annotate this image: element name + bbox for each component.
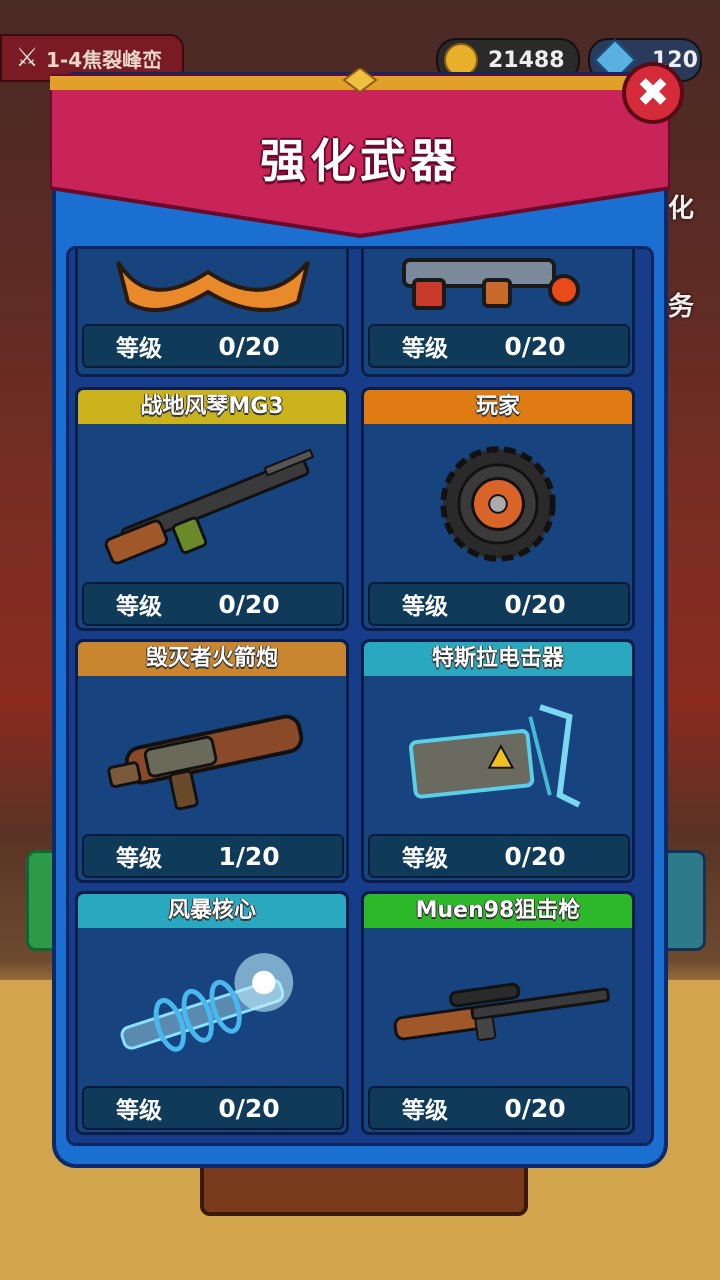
- weapon-level-bar: 等级 0/20: [368, 1086, 630, 1130]
- weapon-level-bar: 等级 0/20: [368, 834, 630, 878]
- weapon-card-rocket[interactable]: 毁灭者火箭炮 等级 1/20: [75, 639, 349, 883]
- weapon-name: 特斯拉电击器: [364, 642, 632, 676]
- weapon-name: 玩家: [364, 390, 632, 424]
- level-value: 0/20: [504, 841, 566, 871]
- crossed-swords-icon: ⚔: [15, 43, 39, 73]
- saw-blade-icon: [440, 446, 556, 562]
- level-value: 0/20: [218, 589, 280, 619]
- tesla-shocker-icon: [408, 704, 581, 808]
- level-label: 等级: [116, 1098, 162, 1124]
- boomerang-icon: [116, 260, 310, 312]
- close-icon: ✖: [636, 70, 670, 116]
- weapon-level-bar: 等级 0/20: [82, 324, 344, 368]
- weapon-card-tesla[interactable]: 特斯拉电击器 等级 0/20: [361, 639, 635, 883]
- level-value: 0/20: [504, 331, 566, 361]
- weapon-level-bar: 等级 0/20: [368, 324, 630, 368]
- level-label: 等级: [402, 1098, 448, 1124]
- weapon-level-bar: 等级 1/20: [82, 834, 344, 878]
- sniper-rifle-icon: [393, 982, 610, 1041]
- weapon-card-player[interactable]: 玩家 等级 0/20: [361, 387, 635, 631]
- level-value: 0/20: [504, 1093, 566, 1123]
- level-value: 0/20: [504, 589, 566, 619]
- level-label: 等级: [116, 594, 162, 620]
- weapon-card-storm-core[interactable]: 风暴核心 等级 0/20: [75, 891, 349, 1135]
- level-label: 等级: [116, 846, 162, 872]
- dialog-title: 强化武器: [260, 134, 460, 188]
- weapon-card-flame-gun[interactable]: 等级 0/20: [361, 249, 635, 377]
- level-value: 0/20: [218, 1093, 280, 1123]
- weapon-level-bar: 等级 0/20: [82, 582, 344, 626]
- storm-core-icon: [120, 953, 294, 1052]
- close-button[interactable]: ✖: [622, 62, 684, 124]
- level-value: 0/20: [218, 331, 280, 361]
- weapon-level-bar: 等级 0/20: [368, 582, 630, 626]
- side-label-upgrade: 化: [668, 194, 695, 224]
- weapon-card-next-left: [75, 1143, 349, 1146]
- weapon-card-boomerang[interactable]: 等级 0/20: [75, 249, 349, 377]
- side-label-mission: 务: [668, 292, 695, 322]
- weapon-card-sniper[interactable]: Muen98狙击枪 等级 0/20: [361, 891, 635, 1135]
- level-label: 等级: [402, 594, 448, 620]
- weapon-card-next-right: [361, 1143, 635, 1146]
- weapon-name: 毁灭者火箭炮: [78, 642, 346, 676]
- weapon-list[interactable]: 等级 0/20 等级 0/20 战地风琴MG3 等级 0/20 玩家 等级 0/…: [66, 246, 654, 1146]
- level-value: 1/20: [218, 841, 280, 871]
- level-label: 等级: [402, 336, 448, 362]
- machine-gun-icon: [104, 448, 315, 565]
- flame-gun-icon: [402, 258, 580, 310]
- weapon-name: Muen98狙击枪: [364, 894, 632, 928]
- weapon-card-mg3[interactable]: 战地风琴MG3 等级 0/20: [75, 387, 349, 631]
- weapon-level-bar: 等级 0/20: [82, 1086, 344, 1130]
- level-label: 等级: [116, 336, 162, 362]
- weapon-name: 风暴核心: [78, 894, 346, 928]
- weapon-name: 战地风琴MG3: [78, 390, 346, 424]
- rocket-launcher-icon: [107, 714, 304, 811]
- level-label: 等级: [402, 846, 448, 872]
